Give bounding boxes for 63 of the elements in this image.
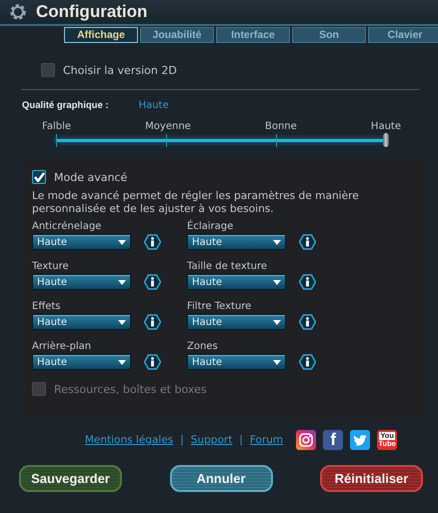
quality-value: Haute	[138, 100, 169, 111]
caret-icon	[118, 280, 126, 284]
footer-link[interactable]: Support	[190, 434, 232, 446]
reset-button[interactable]: Réinitialiser	[320, 465, 423, 492]
caret-icon	[273, 280, 281, 284]
settings-icon	[8, 2, 28, 22]
dropdown[interactable]: Haute	[187, 274, 286, 290]
dropdown[interactable]: Haute	[32, 274, 131, 290]
dropdown[interactable]: Haute	[187, 234, 286, 250]
info-icon[interactable]	[144, 354, 161, 370]
setting-label: Éclairage	[187, 221, 234, 232]
tab[interactable]: Son	[292, 27, 366, 43]
tab[interactable]: Jouabilité	[140, 27, 214, 43]
tab[interactable]: Clavier	[368, 27, 438, 43]
tab[interactable]: Affichage	[64, 27, 138, 43]
dropdown[interactable]: Haute	[32, 314, 131, 330]
description-text: Le mode avancé permet de régler les paramètres de manière personnalisée et de les ajuster à vos besoins.	[32, 190, 360, 216]
info-icon[interactable]	[299, 354, 316, 370]
quality-label: Qualité graphique :	[22, 100, 109, 111]
link-separator: |	[239, 434, 243, 446]
checkbox[interactable]	[32, 170, 46, 184]
slider-step-label: Haute	[370, 121, 401, 132]
bird-icon[interactable]	[350, 430, 370, 450]
caret-icon	[273, 240, 281, 244]
dropdown[interactable]: Haute	[187, 354, 286, 370]
checkbox-label: Choisir la version 2D	[63, 64, 177, 76]
slider-step-label: Falble	[42, 121, 72, 132]
info-icon[interactable]	[144, 314, 161, 330]
info-icon[interactable]	[299, 234, 316, 250]
dropdown[interactable]: Haute	[32, 354, 131, 370]
setting-label: Effets	[32, 301, 62, 312]
dropdown[interactable]: Haute	[187, 314, 286, 330]
caret-icon	[118, 320, 126, 324]
tab[interactable]: Interface	[216, 27, 290, 43]
facebook-icon[interactable]: f	[323, 430, 344, 450]
slider-step-label: Bonne	[264, 121, 297, 132]
window-title: Configuration	[36, 2, 148, 22]
setting-label: Taille de texture	[187, 261, 268, 272]
save-button[interactable]: Sauvegarder	[19, 465, 122, 492]
footer-link[interactable]: Forum	[250, 434, 284, 446]
info-icon[interactable]	[144, 234, 161, 250]
caret-icon	[118, 240, 126, 244]
dropdown[interactable]: Haute	[32, 234, 131, 250]
setting-label: Anticrénelage	[32, 221, 102, 232]
slider-thumb[interactable]	[383, 133, 389, 147]
info-icon[interactable]	[299, 274, 316, 290]
camera-logo-icon[interactable]	[296, 430, 316, 450]
caret-icon	[273, 320, 281, 324]
link-separator: |	[180, 434, 184, 446]
info-icon[interactable]	[144, 274, 161, 290]
setting-label: Texture	[32, 261, 70, 272]
caret-icon	[118, 360, 126, 364]
info-icon[interactable]	[299, 314, 316, 330]
checkbox-label: Mode avancé	[54, 170, 128, 184]
setting-label: Filtre Texture	[187, 301, 252, 312]
checkbox-label: Ressources, boîtes et boxes	[54, 382, 207, 396]
slider-step-label: Moyenne	[145, 121, 191, 132]
caret-icon	[273, 360, 281, 364]
cancel-button[interactable]: Annuler	[170, 465, 272, 492]
footer-link[interactable]: Mentions légales	[84, 434, 174, 446]
checkbox[interactable]	[41, 63, 55, 77]
setting-label: Zones	[187, 341, 219, 352]
setting-label: Arrière-plan	[32, 341, 92, 352]
